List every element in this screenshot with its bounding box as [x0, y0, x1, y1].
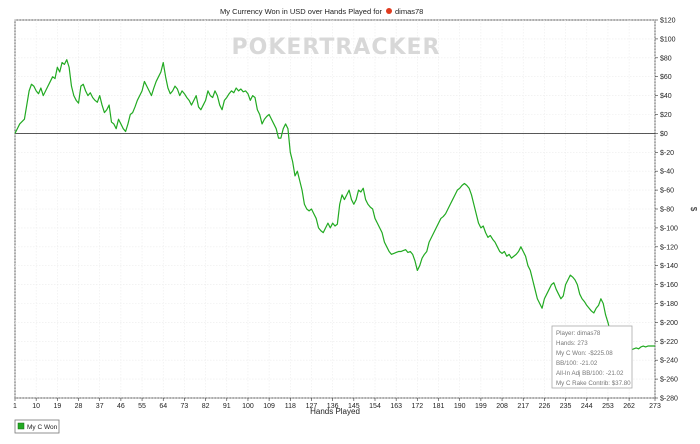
stats-player: Player: dimas78 [556, 330, 601, 337]
x-tick-label: 46 [117, 403, 125, 410]
stats-won: My C Won: -$225.08 [556, 350, 613, 357]
x-tick-label: 109 [263, 403, 275, 410]
chart: My Currency Won in USD over Hands Played… [13, 7, 698, 434]
legend[interactable]: My C Won [14, 419, 60, 434]
y-tick-label: $-260 [660, 377, 678, 384]
y-tick-label: $0 [660, 131, 668, 138]
y-tick-label: $80 [660, 55, 672, 62]
y-tick-label: $40 [660, 93, 672, 100]
x-tick-label: 253 [602, 403, 614, 410]
y-tick-label: $-140 [660, 263, 678, 270]
chart-title: My Currency Won in USD over Hands Played… [220, 7, 423, 16]
x-tick-label: 64 [159, 403, 167, 410]
x-tick-label: 37 [96, 403, 104, 410]
x-tick-label: 19 [53, 403, 61, 410]
watermark: POKERTRACKER [232, 35, 441, 60]
y-tick-label: $-240 [660, 358, 678, 365]
x-tick-label: 217 [517, 403, 529, 410]
y-axis: $120 $100 $80 $60 $40 $20 $0 $-20 $-40 $-60 $-80 $-… [655, 18, 678, 403]
y-tick-label: $-120 [660, 244, 678, 251]
stats-hands: Hands: 273 [556, 340, 588, 347]
x-tick-label: 91 [223, 403, 231, 410]
x-tick-label: 181 [433, 403, 445, 410]
chart-title-text: My Currency Won in USD over Hands Played… [220, 7, 383, 16]
x-tick-label: 100 [242, 403, 254, 410]
x-tick-label: 163 [390, 403, 402, 410]
player-flame-icon [386, 8, 392, 14]
y-axis-title: $ [689, 207, 698, 212]
y-tick-label: $-180 [660, 301, 678, 308]
x-tick-label: 208 [496, 403, 508, 410]
stats-bb100: BB/100: -21.02 [556, 360, 598, 367]
x-tick-label: 273 [649, 403, 661, 410]
stats-box: Player: dimas78 Hands: 273 My C Won: -$2… [551, 325, 633, 389]
x-tick-label: 199 [475, 403, 487, 410]
y-tick-label: $-20 [660, 150, 674, 157]
chart-title-player: dimas78 [395, 7, 423, 16]
x-tick-label: 190 [454, 403, 466, 410]
y-tick-label: $-220 [660, 339, 678, 346]
x-tick-label: 172 [412, 403, 424, 410]
x-tick-label: 10 [32, 403, 40, 410]
x-tick-label: 82 [202, 403, 210, 410]
y-tick-label: $100 [660, 36, 676, 43]
x-tick-label: 262 [623, 403, 635, 410]
x-tick-label: 235 [560, 403, 572, 410]
x-tick-label: 73 [181, 403, 189, 410]
y-tick-label: $-40 [660, 169, 674, 176]
legend-swatch [17, 422, 25, 430]
y-tick-label: $-200 [660, 320, 678, 327]
stats-allin-bb100: All-In Adj BB/100: -21.02 [556, 370, 624, 377]
y-tick-label: $120 [660, 18, 676, 25]
y-tick-label: $-60 [660, 188, 674, 195]
x-tick-label: 154 [369, 403, 381, 410]
y-tick-label: $20 [660, 112, 672, 119]
y-tick-label: $-160 [660, 282, 678, 289]
x-tick-label: 244 [581, 403, 593, 410]
stats-rake: My C Rake Contrib: $37.80 [556, 380, 631, 387]
y-tick-label: $-280 [660, 396, 678, 403]
x-tick-label: 118 [285, 403, 296, 410]
x-tick-label: 1 [13, 403, 17, 410]
x-axis-title: Hands Played [310, 407, 360, 416]
y-tick-label: $60 [660, 74, 672, 81]
x-tick-label: 28 [75, 403, 83, 410]
x-tick-label: 226 [539, 403, 551, 410]
legend-label: My C Won [27, 424, 58, 431]
y-tick-label: $-100 [660, 225, 678, 232]
y-tick-label: $-80 [660, 207, 674, 214]
x-tick-label: 55 [138, 403, 146, 410]
